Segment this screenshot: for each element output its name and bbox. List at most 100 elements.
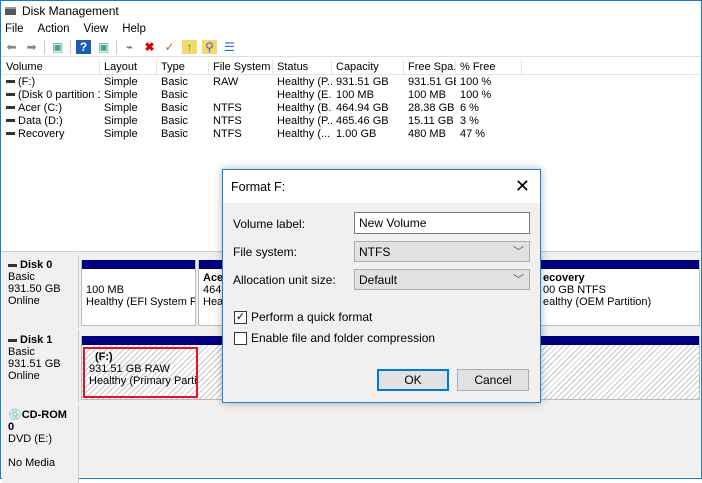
table-row[interactable]: Recovery Simple Basic NTFS Healthy (... 1.00 … xyxy=(2,127,700,140)
search-icon[interactable]: ⚲ xyxy=(202,39,217,54)
disk-status: Online xyxy=(8,370,40,382)
table-row[interactable]: (F:) Simple Basic RAW Healthy (P... 931.51 GB… xyxy=(2,75,700,88)
disk-management-icon xyxy=(5,6,16,15)
column-volume[interactable]: Volume xyxy=(2,59,100,75)
volume-label-input[interactable]: New Volume xyxy=(354,212,530,234)
cell: 47 % xyxy=(460,127,486,140)
cell: Basic xyxy=(161,114,188,127)
cell: 465.46 GB xyxy=(336,114,389,127)
column-file-system[interactable]: File System xyxy=(209,59,273,75)
cell: Basic xyxy=(161,127,188,140)
volume-icon xyxy=(6,80,15,84)
forward-icon[interactable]: ➡ xyxy=(24,40,39,54)
volume-icon xyxy=(6,106,15,110)
cell: Simple xyxy=(104,88,138,101)
table-row[interactable]: Data (D:) Simple Basic NTFS Healthy (P... 465… xyxy=(2,114,700,127)
menu-action[interactable]: Action xyxy=(38,23,70,35)
cell: 480 MB xyxy=(408,127,446,140)
list-icon[interactable]: ☰ xyxy=(222,40,237,54)
table-row[interactable]: Acer (C:) Simple Basic NTFS Healthy (B... 464… xyxy=(2,101,700,114)
cell: Recovery xyxy=(2,128,100,140)
volume-icon xyxy=(6,93,15,97)
allocation-unit-select[interactable]: Default ﹀ xyxy=(354,269,530,290)
disk-size: 931.51 GB xyxy=(8,358,61,370)
cell: Basic xyxy=(161,101,188,114)
column-percent-free[interactable]: % Free xyxy=(456,59,522,75)
format-dialog: Format F: ✕ Volume label: New Volume File… xyxy=(222,169,541,403)
menu-help[interactable]: Help xyxy=(122,23,146,35)
cell: Basic xyxy=(161,75,188,88)
chevron-down-icon: ﹀ xyxy=(513,274,524,286)
separator xyxy=(116,39,117,54)
close-icon[interactable]: ✕ xyxy=(515,176,530,197)
volume-label-label: Volume label: xyxy=(233,217,306,231)
checkbox-checked[interactable]: ✓ xyxy=(234,310,247,324)
cell: 3 % xyxy=(460,114,479,127)
cell: 1.00 GB xyxy=(336,127,377,140)
properties-icon[interactable]: ✓ xyxy=(162,40,177,54)
allocation-unit-label: Allocation unit size: xyxy=(233,273,336,287)
cell: 100 % xyxy=(460,75,492,88)
table-row[interactable]: (Disk 0 partition 1) Simple Basic Healthy (… xyxy=(2,88,700,101)
cell: Healthy (P... xyxy=(277,114,332,127)
delete-icon[interactable]: ✖ xyxy=(142,40,157,54)
disk-type: Basic xyxy=(8,271,35,283)
menu-file[interactable]: File xyxy=(5,23,24,35)
cell: 15.11 GB xyxy=(408,114,454,127)
disk-status: No Media xyxy=(8,457,56,469)
quick-format-checkbox[interactable]: ✓ Perform a quick format xyxy=(234,310,372,324)
volume-icon xyxy=(6,132,15,136)
cell: Acer (C:) xyxy=(2,102,100,114)
cell: 6 % xyxy=(460,101,479,114)
cell: 931.51 GB xyxy=(336,75,389,88)
disk-type: DVD (E:) xyxy=(8,433,52,445)
cell: 100 % xyxy=(460,88,492,101)
compression-checkbox[interactable]: Enable file and folder compression xyxy=(234,331,435,345)
disk-0-label[interactable]: Disk 0 Basic 931.50 GB Online xyxy=(2,255,79,328)
ok-button[interactable]: OK xyxy=(377,369,449,391)
cell: (Disk 0 partition 1) xyxy=(2,89,100,101)
cell: Healthy (E... xyxy=(277,88,332,101)
back-icon[interactable]: ⬅ xyxy=(4,40,19,54)
action-pane-icon[interactable]: ▣ xyxy=(96,40,111,54)
menu-view[interactable]: View xyxy=(84,23,109,35)
partition-recovery[interactable]: ecovery 00 GB NTFS ealthy (OEM Partition) xyxy=(538,260,700,326)
checkbox-unchecked[interactable] xyxy=(234,331,247,345)
console-tree-icon[interactable]: ▣ xyxy=(50,40,65,54)
chevron-down-icon: ﹀ xyxy=(513,246,524,258)
disk-icon xyxy=(8,338,17,342)
cell: RAW xyxy=(213,75,239,88)
title-bar: Disk Management xyxy=(1,1,701,20)
cell: Simple xyxy=(104,101,138,114)
dialog-title-bar: Format F: ✕ xyxy=(223,170,540,203)
cell: Data (D:) xyxy=(2,115,100,127)
volume-icon xyxy=(6,119,15,123)
disk-icon xyxy=(8,263,17,267)
menu-bar: File Action View Help xyxy=(1,20,701,37)
file-system-select[interactable]: NTFS ﹀ xyxy=(354,241,530,262)
cell: 100 MB xyxy=(408,88,446,101)
new-folder-icon[interactable]: ↑ xyxy=(182,39,197,54)
column-free-space[interactable]: Free Spa... xyxy=(404,59,456,75)
help-icon[interactable]: ? xyxy=(76,39,91,54)
column-type[interactable]: Type xyxy=(157,59,209,75)
toolbar: ⬅ ➡ ▣ ? ▣ ⌁ ✖ ✓ ↑ ⚲ ☰ xyxy=(1,37,701,57)
partition-f-selected[interactable]: (F:)931.51 GB RAWHealthy (Primary Partit… xyxy=(83,347,198,398)
dialog-title: Format F: xyxy=(231,179,286,194)
separator xyxy=(70,39,71,54)
cell: Simple xyxy=(104,114,138,127)
disk-1-label[interactable]: Disk 1 Basic 931.51 GB Online xyxy=(2,330,79,402)
partition-efi[interactable]: 100 MBHealthy (EFI System Partiti xyxy=(81,260,196,326)
separator xyxy=(44,39,45,54)
disk-name: Disk 0 xyxy=(20,259,53,271)
column-layout[interactable]: Layout xyxy=(100,59,157,75)
cancel-button[interactable]: Cancel xyxy=(457,369,529,391)
cell: NTFS xyxy=(213,127,242,140)
cell: NTFS xyxy=(213,101,242,114)
disk-size: 931.50 GB xyxy=(8,283,61,295)
connect-icon[interactable]: ⌁ xyxy=(122,40,137,54)
cdrom-0-label[interactable]: 💿CD-ROM 0 DVD (E:) No Media xyxy=(2,405,79,483)
cell: Healthy (B... xyxy=(277,101,332,114)
column-status[interactable]: Status xyxy=(273,59,332,75)
column-capacity[interactable]: Capacity xyxy=(332,59,404,75)
